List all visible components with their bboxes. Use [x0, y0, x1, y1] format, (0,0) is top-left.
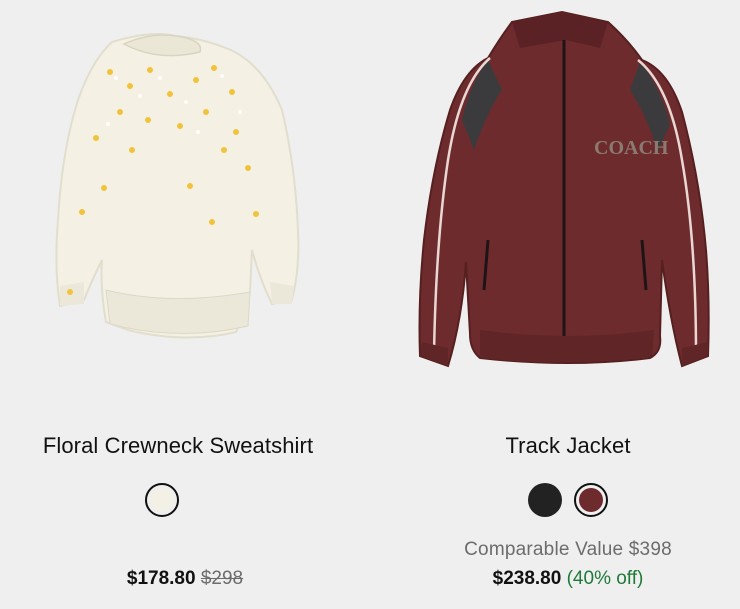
swatch-color-fill: [528, 483, 562, 517]
swatch-color-fill: [579, 488, 603, 512]
comparable-value: Comparable Value $398: [464, 539, 672, 560]
color-swatches: [0, 483, 370, 519]
sale-price: $178.80: [126, 568, 196, 589]
color-swatches: [370, 483, 740, 519]
price-line: $178.80 $298: [0, 567, 370, 591]
swatch-burgundy[interactable]: [574, 483, 608, 517]
product-image-track-jacket[interactable]: COACH: [370, 0, 740, 400]
product-image-floral-sweatshirt[interactable]: [0, 0, 370, 400]
product-card-track-jacket[interactable]: COACH Track Jacket Comparable Value $398: [370, 0, 740, 609]
price-line: $238.80 (40% off): [383, 567, 740, 591]
sale-price: $238.80: [492, 568, 562, 589]
product-title[interactable]: Floral Crewneck Sweatshirt: [0, 432, 363, 460]
svg-text:COACH: COACH: [594, 137, 669, 159]
swatch-chalk[interactable]: [145, 483, 179, 517]
sweatshirt-illustration: [55, 33, 300, 339]
discount-badge: (40% off): [566, 568, 644, 589]
swatch-black[interactable]: [528, 483, 562, 517]
jacket-illustration: COACH: [418, 10, 710, 368]
product-card-floral-crewneck[interactable]: Floral Crewneck Sweatshirt $178.80 $298: [0, 0, 370, 609]
swatch-color-fill: [150, 488, 174, 512]
original-price: $298: [200, 568, 244, 589]
product-grid: Floral Crewneck Sweatshirt $178.80 $298: [0, 0, 740, 609]
product-title[interactable]: Track Jacket: [383, 432, 740, 460]
